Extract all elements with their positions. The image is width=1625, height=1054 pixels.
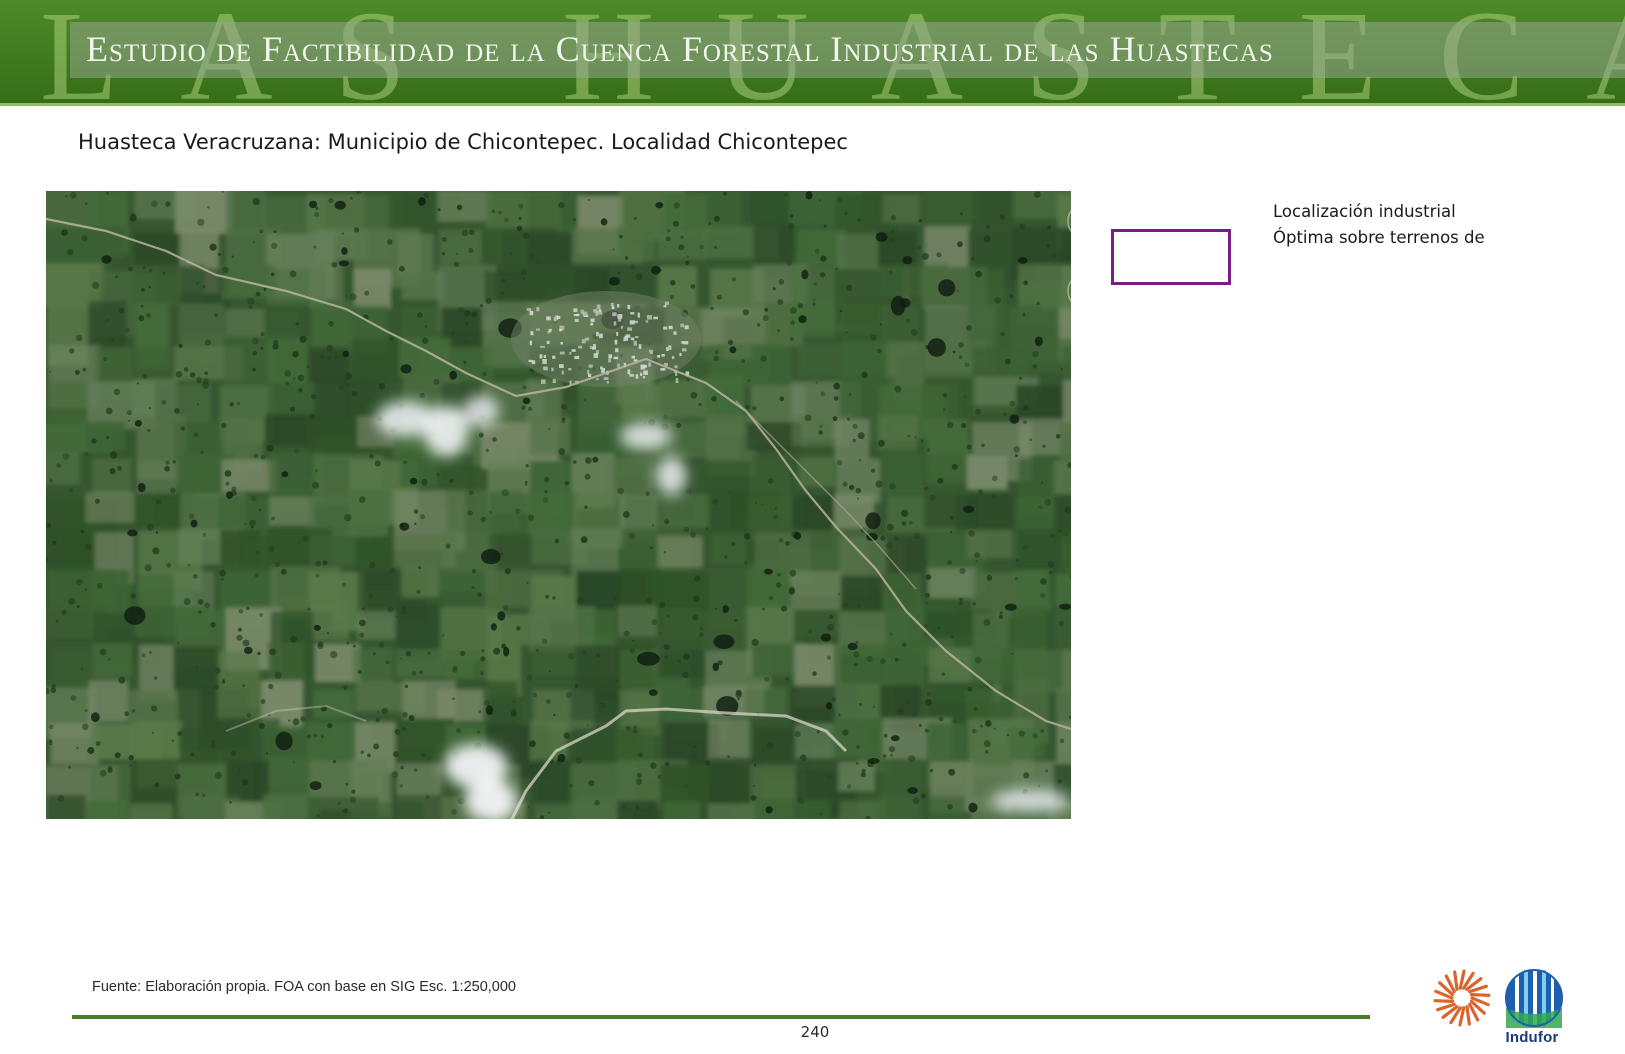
header-banner: LAS HUASTECAS Estudio de Factibilidad de… <box>0 0 1625 106</box>
document-page: LAS HUASTECAS Estudio de Factibilidad de… <box>0 0 1625 1054</box>
page-title: Huasteca Veracruzana: Municipio de Chico… <box>78 130 848 154</box>
footer-rule <box>72 1015 1370 1019</box>
banner-title: Estudio de Factibilidad de la Cuenca For… <box>86 29 1274 69</box>
legend-swatch-industrial <box>1111 229 1231 285</box>
legend-line-2: Óptima sobre terrenos de <box>1273 228 1485 247</box>
legend-line-1: Localización industrial <box>1273 202 1456 221</box>
source-note: Fuente: Elaboración propia. FOA con base… <box>92 979 516 995</box>
sun-logo-icon <box>1433 969 1491 1027</box>
legend-label: Localización industrial Óptima sobre ter… <box>1273 199 1485 251</box>
satellite-map <box>46 191 1071 819</box>
page-number: 240 <box>800 1023 830 1041</box>
indufor-logo-text: Indufor <box>1505 1029 1559 1046</box>
satellite-image <box>46 191 1071 819</box>
banner-underline <box>0 103 1625 106</box>
